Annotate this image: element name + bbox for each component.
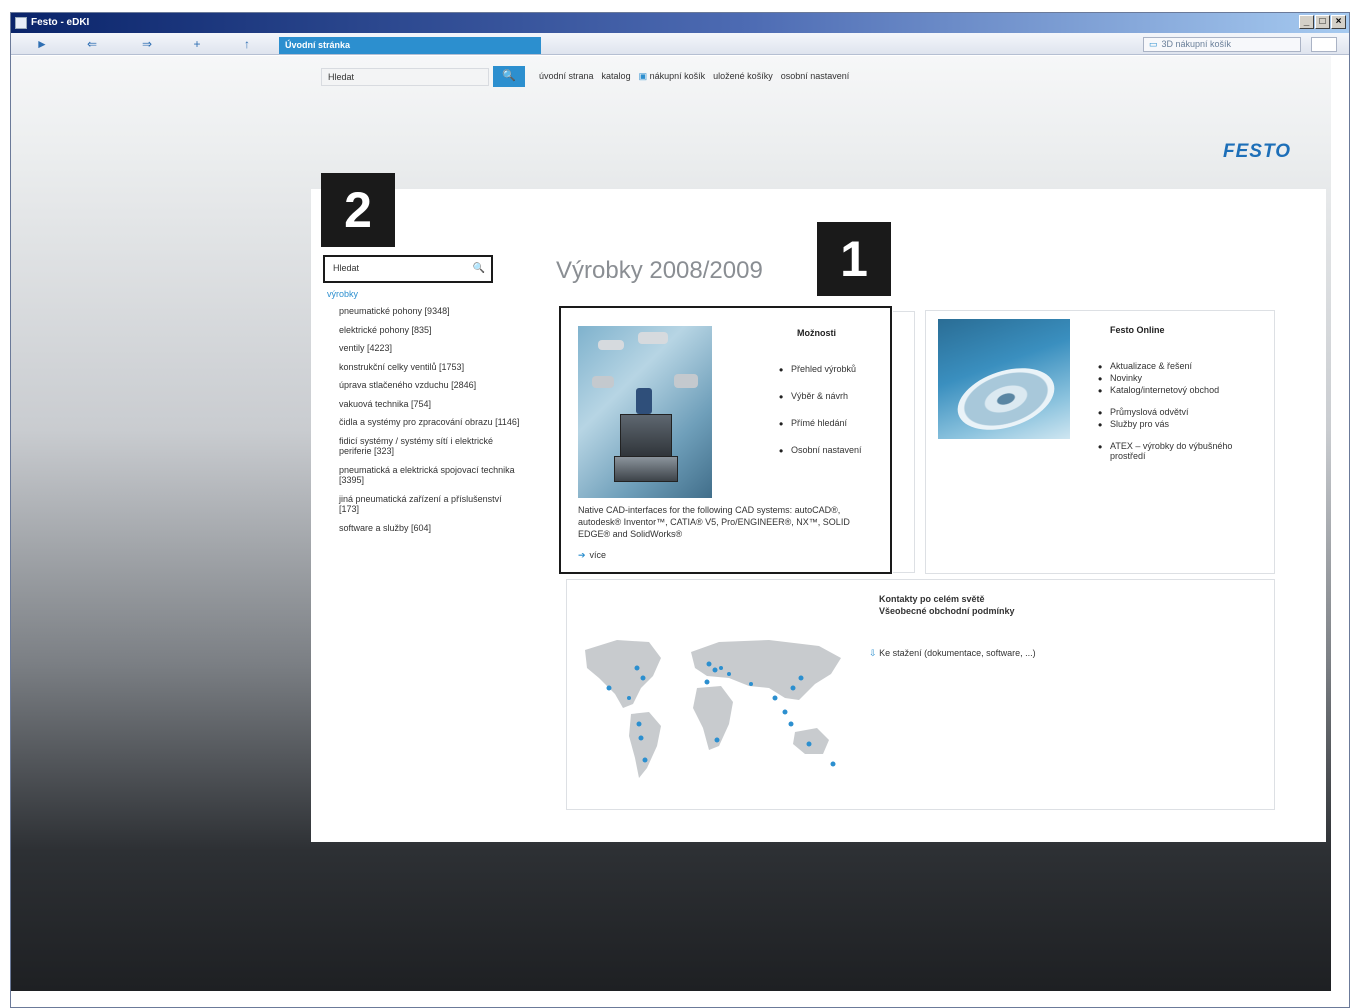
browser-viewport: Hledat 🔍 úvodní strana katalog ▣ nákupní…	[11, 56, 1331, 991]
online-news[interactable]: Novinky	[1098, 372, 1268, 386]
world-map[interactable]	[579, 628, 859, 788]
title-bar: Festo - eDKI _ □ ×	[11, 13, 1349, 33]
options-title: Možnosti	[797, 328, 836, 338]
category-list: pneumatické pohony [9348] elektrické poh…	[339, 306, 524, 541]
cart-icon: ▭	[1149, 39, 1158, 49]
top-search-input[interactable]: Hledat	[321, 68, 489, 86]
minimize-button[interactable]: _	[1299, 15, 1314, 29]
downloads-link[interactable]: ⇩ Ke stažení (dokumentace, software, ...…	[869, 648, 1036, 659]
callout-1: 1	[817, 222, 891, 296]
sidebar-search-input[interactable]: Hledat	[329, 262, 469, 276]
festo-logo: FESTO	[1223, 141, 1291, 162]
category-item[interactable]: fidicí systémy / systémy sítí i elektric…	[339, 436, 524, 457]
top-navigation: úvodní strana katalog ▣ nákupní košík ul…	[539, 71, 849, 82]
product-image	[578, 326, 712, 498]
category-item[interactable]: pneumatické pohony [9348]	[339, 306, 524, 317]
nav-saved-carts[interactable]: uložené košíky	[713, 71, 773, 82]
contacts-worldwide-link[interactable]: Kontakty po celém světě	[879, 594, 985, 604]
app-window: Festo - eDKI _ □ × ► ⇐ ⇒ + ↑ Úvodní strá…	[10, 12, 1350, 1008]
festo-online-card: Festo Online Aktualizace & řešení Novink…	[925, 310, 1275, 574]
play-icon[interactable]: ►	[33, 37, 51, 51]
category-item[interactable]: software a služby [604]	[339, 523, 524, 534]
festo-online-title: Festo Online	[1110, 325, 1165, 335]
3d-cart-button[interactable]: ▭ 3D nákupní košík	[1143, 37, 1301, 52]
contacts-card: Kontakty po celém světě Všeobecné obchod…	[566, 579, 1275, 810]
options-card: Možnosti Přehled výrobků Výběr & návrh P…	[559, 306, 892, 574]
page-title: Výrobky 2008/2009	[556, 257, 763, 284]
terms-conditions-link[interactable]: Všeobecné obchodní podmínky	[879, 606, 1015, 616]
top-search-button[interactable]: 🔍	[493, 66, 525, 87]
nav-cart[interactable]: ▣ nákupní košík	[639, 71, 706, 82]
cd-image	[938, 319, 1070, 439]
category-item[interactable]: ventily [4223]	[339, 343, 524, 354]
forward-icon[interactable]: ⇒	[138, 37, 156, 51]
search-icon: 🔍	[502, 70, 516, 82]
back-icon[interactable]: ⇐	[83, 37, 101, 51]
online-catalog-shop[interactable]: Katalog/internetový obchod	[1098, 384, 1268, 398]
nav-cart-label: nákupní košík	[649, 71, 706, 81]
nav-personal-settings[interactable]: osobní nastavení	[781, 71, 850, 82]
online-updates[interactable]: Aktualizace & řešení	[1098, 360, 1268, 374]
toolbar: ► ⇐ ⇒ + ↑ Úvodní stránka ▭ 3D nákupní koš…	[11, 33, 1349, 55]
maximize-button[interactable]: □	[1315, 15, 1330, 29]
content-page: 2 1 Hledat 🔍 výrobky pneumatické pohony …	[311, 173, 1326, 842]
online-services[interactable]: Služby pro vás	[1098, 418, 1268, 432]
sidebar-search: Hledat 🔍	[323, 255, 493, 283]
window-title: Festo - eDKI	[31, 17, 90, 28]
more-link[interactable]: ➔ více	[578, 550, 606, 561]
callout-2: 2	[321, 173, 395, 247]
option-personal-settings[interactable]: Osobní nastavení	[779, 444, 862, 458]
search-icon[interactable]: 🔍	[473, 263, 485, 274]
toolbar-extra-box[interactable]	[1311, 37, 1337, 52]
category-item[interactable]: jiná pneumatická zařízení a příslušenstv…	[339, 494, 524, 515]
cad-interfaces-text: Native CAD-interfaces for the following …	[578, 505, 850, 539]
3d-cart-label: 3D nákupní košík	[1161, 39, 1232, 49]
option-selection-design[interactable]: Výběr & návrh	[779, 390, 862, 404]
card-shadow	[893, 311, 915, 573]
close-button[interactable]: ×	[1331, 15, 1346, 29]
nav-home[interactable]: úvodní strana	[539, 71, 594, 82]
festo-online-list: Aktualizace & řešení Novinky Katalog/int…	[1098, 360, 1268, 463]
category-item[interactable]: úprava stlačeného vzduchu [2846]	[339, 380, 524, 391]
more-link-label: více	[589, 550, 607, 560]
tab-home[interactable]: Úvodní stránka	[279, 37, 541, 54]
download-icon: ⇩	[869, 648, 877, 658]
up-icon[interactable]: ↑	[238, 37, 256, 51]
downloads-label: Ke stažení (dokumentace, software, ...)	[879, 648, 1036, 658]
online-industries[interactable]: Průmyslová odvětví	[1098, 406, 1268, 420]
arrow-right-icon: ➔	[578, 550, 586, 560]
nav-catalog[interactable]: katalog	[602, 71, 631, 82]
window-controls: _ □ ×	[1299, 15, 1346, 29]
category-item[interactable]: vakuová technika [754]	[339, 399, 524, 410]
category-item[interactable]: konstrukční celky ventilů [1753]	[339, 362, 524, 373]
category-item[interactable]: pneumatická a elektrická spojovací techn…	[339, 465, 524, 486]
cart-icon: ▣	[638, 71, 648, 81]
category-heading[interactable]: výrobky	[327, 289, 358, 299]
option-direct-search[interactable]: Přímé hledání	[779, 417, 862, 431]
option-product-overview[interactable]: Přehled výrobků	[779, 363, 862, 377]
add-icon[interactable]: +	[188, 37, 206, 51]
app-icon	[15, 17, 27, 29]
category-item[interactable]: čidla a systémy pro zpracování obrazu [1…	[339, 417, 524, 428]
online-atex[interactable]: ATEX – výrobky do výbušného prostředí	[1098, 440, 1268, 461]
category-item[interactable]: elektrické pohony [835]	[339, 325, 524, 336]
options-list: Přehled výrobků Výběr & návrh Přímé hled…	[779, 363, 862, 472]
